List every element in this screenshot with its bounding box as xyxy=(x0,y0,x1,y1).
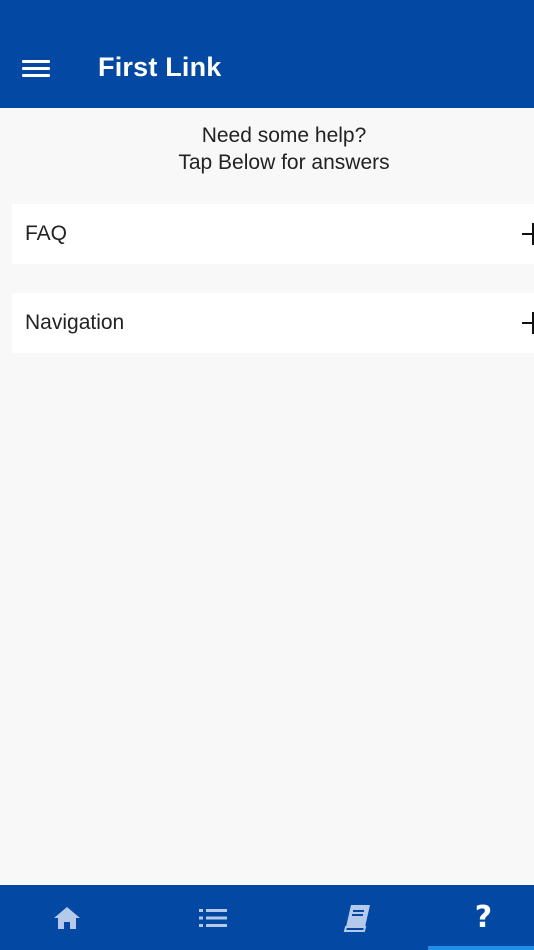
help-prompt-line1: Need some help? xyxy=(201,124,367,147)
plus-icon[interactable] xyxy=(522,223,534,245)
help-prompt-line2: Tap Below for answers xyxy=(178,151,390,174)
plus-icon[interactable] xyxy=(522,312,534,334)
active-tab-indicator xyxy=(428,946,534,950)
book-icon xyxy=(343,904,370,932)
app-bar: First Link xyxy=(0,0,534,108)
bottom-navigation: ? xyxy=(0,885,534,950)
nav-book[interactable] xyxy=(290,885,423,950)
home-icon xyxy=(53,906,80,929)
nav-list[interactable] xyxy=(146,885,279,950)
list-icon xyxy=(198,908,227,927)
help-prompt: Need some help? Tap Below for answers xyxy=(0,122,534,176)
navigation-label: Navigation xyxy=(25,311,125,334)
nav-home[interactable] xyxy=(0,885,133,950)
hamburger-menu-icon[interactable] xyxy=(22,58,50,80)
navigation-accordion[interactable]: Navigation xyxy=(12,293,534,353)
faq-label: FAQ xyxy=(25,222,68,245)
help-icon: ? xyxy=(474,900,493,935)
faq-accordion[interactable]: FAQ xyxy=(12,204,534,264)
nav-help[interactable]: ? xyxy=(433,885,534,950)
app-title: First Link xyxy=(98,52,222,82)
